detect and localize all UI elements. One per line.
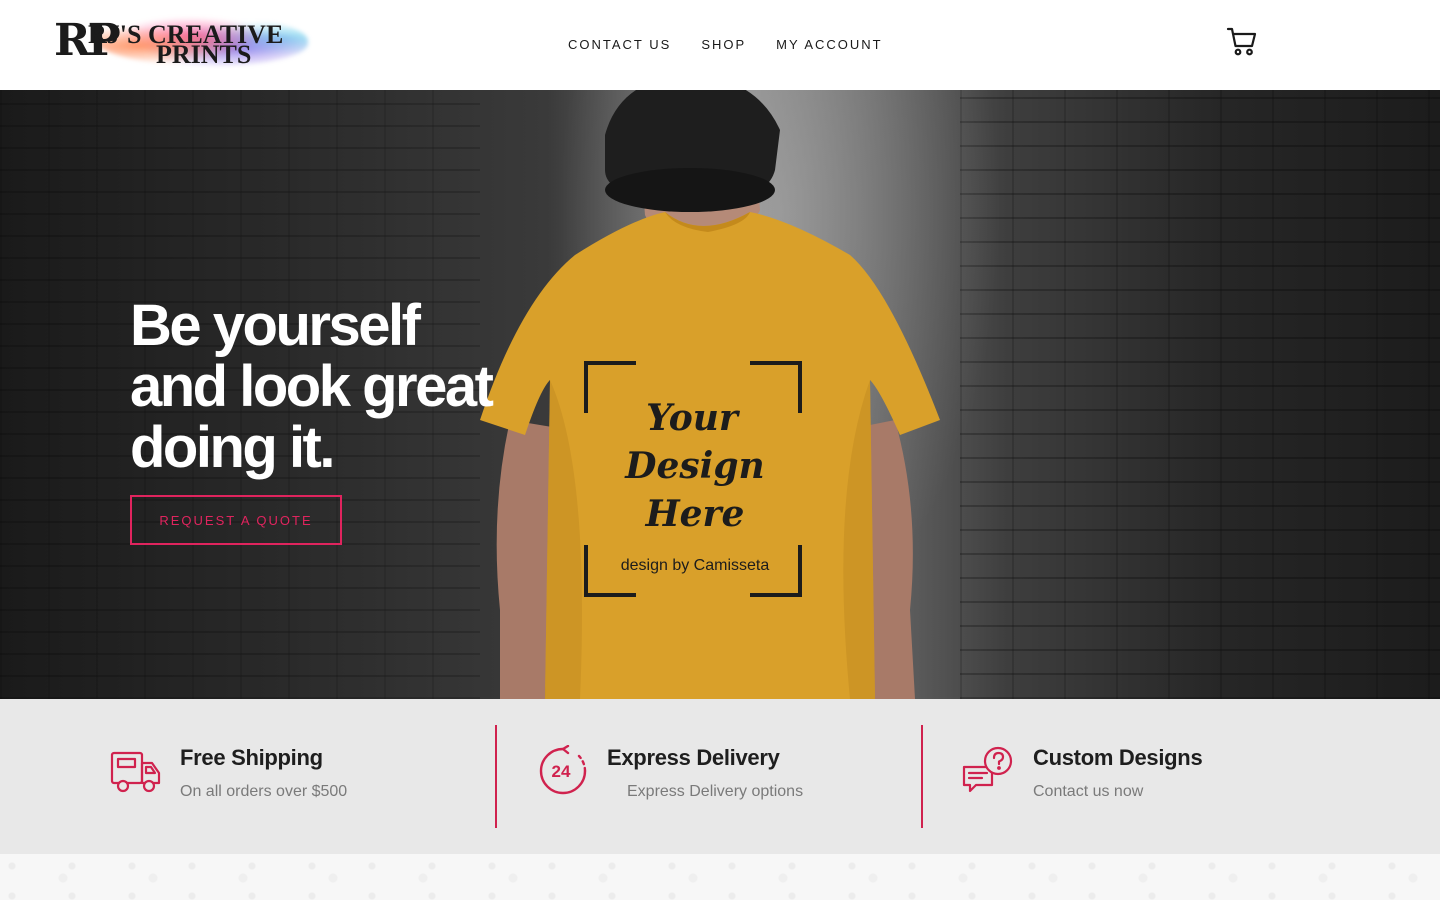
feature-subtitle: Express Delivery options bbox=[627, 783, 804, 800]
cart-icon[interactable] bbox=[1226, 26, 1258, 58]
nav-contact-us[interactable]: CONTACT US bbox=[568, 37, 671, 53]
feature-title: Free Shipping bbox=[180, 745, 323, 770]
feature-subtitle: Contact us now bbox=[1033, 783, 1144, 800]
truck-icon bbox=[110, 751, 161, 793]
site-header: RP RJ'S CREATIVE PRINTS CONTACT US SHOP … bbox=[0, 0, 1440, 90]
nav-my-account[interactable]: MY ACCOUNT bbox=[776, 37, 882, 53]
next-section-background bbox=[0, 854, 1440, 900]
main-nav: CONTACT US SHOP MY ACCOUNT bbox=[568, 37, 913, 53]
24h-delivery-icon: 24 bbox=[539, 745, 587, 795]
feature-divider bbox=[495, 725, 497, 828]
feature-subtitle: On all orders over $500 bbox=[180, 783, 348, 800]
hero-banner: Your Design Here design by Camisseta Be … bbox=[0, 90, 1440, 699]
feature-title: Custom Designs bbox=[1033, 745, 1203, 770]
feature-title: Express Delivery bbox=[607, 745, 780, 770]
feature-express-delivery: 24 Express Delivery Express Delivery opt… bbox=[537, 725, 917, 828]
hero-headline-line3: doing it. bbox=[130, 415, 336, 480]
svg-text:24: 24 bbox=[552, 762, 571, 781]
shirt-design-credit: design by Camisseta bbox=[621, 557, 770, 574]
feature-custom-designs: Custom Designs Contact us now bbox=[962, 725, 1342, 828]
hero-headline-line1: Be yourself bbox=[130, 293, 421, 358]
hero-headline: Be yourself and look great doing it. bbox=[130, 295, 590, 478]
features-bar: Free Shipping On all orders over $500 24… bbox=[0, 699, 1440, 854]
chat-question-icon bbox=[962, 746, 1013, 793]
feature-free-shipping: Free Shipping On all orders over $500 bbox=[110, 725, 490, 828]
nav-shop[interactable]: SHOP bbox=[701, 37, 746, 53]
request-quote-button[interactable]: REQUEST A QUOTE bbox=[130, 495, 342, 545]
shirt-design-text-here: Here bbox=[645, 493, 745, 535]
shirt-design-text-design: Design bbox=[624, 445, 764, 487]
hero-headline-line2: and look great bbox=[130, 354, 494, 419]
logo-text-line2: PRINTS bbox=[156, 40, 252, 69]
shirt-design-text-your: Your bbox=[646, 397, 741, 439]
feature-divider bbox=[921, 725, 923, 828]
site-logo[interactable]: RP RJ'S CREATIVE PRINTS bbox=[54, 12, 308, 70]
